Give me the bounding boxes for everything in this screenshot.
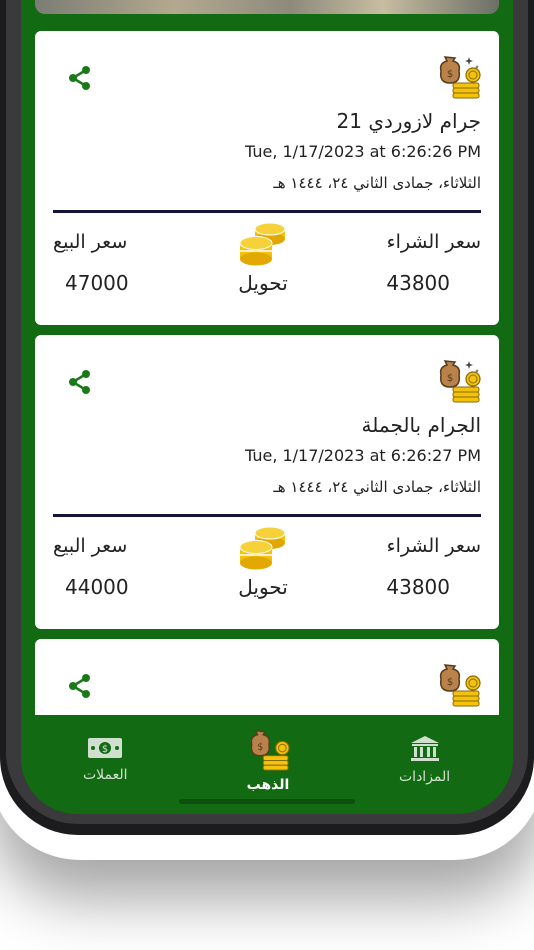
header-banner-image xyxy=(35,0,499,14)
nav-label-auctions: المزادات xyxy=(399,769,451,785)
nav-tab-auctions[interactable]: المزادات xyxy=(399,735,450,785)
price-card: $ xyxy=(35,639,499,715)
coin-stack-icon xyxy=(239,222,286,266)
convert-label: تحويل xyxy=(238,575,288,599)
price-card: $ الجرام بالجملة Tue, 1/17/2023 at 6:26:… xyxy=(35,335,499,629)
share-icon[interactable] xyxy=(65,63,95,93)
home-indicator xyxy=(179,799,355,804)
nav-tab-currencies[interactable]: $ العملات xyxy=(83,735,128,783)
gold-bag-icon: $ xyxy=(435,53,481,99)
card-date: Tue, 1/17/2023 at 6:26:26 PM xyxy=(244,142,481,161)
banknote-icon: $ xyxy=(88,738,123,758)
price-card: $ جرام لازوردي 21 Tue, 1/17/2023 at 6:26… xyxy=(35,31,499,325)
app-screen: $ جرام لازوردي 21 Tue, 1/17/2023 at 6:26… xyxy=(21,0,513,814)
convert-label: تحويل xyxy=(238,271,288,295)
card-title: جرام لازوردي 21 xyxy=(336,109,481,133)
sell-price-value: 47000 xyxy=(65,271,129,295)
card-hijri-date: الثلاثاء، جمادى الثاني ٢٤، ١٤٤٤ هـ xyxy=(273,174,481,192)
bank-icon xyxy=(410,736,439,761)
share-icon[interactable] xyxy=(65,671,95,701)
svg-text:$: $ xyxy=(447,69,453,80)
svg-text:$: $ xyxy=(257,742,263,753)
card-title: الجرام بالجملة xyxy=(361,413,481,437)
card-divider xyxy=(53,210,481,213)
gold-bag-icon: $ xyxy=(250,729,290,771)
phone-frame: $ جرام لازوردي 21 Tue, 1/17/2023 at 6:26… xyxy=(0,0,534,835)
svg-text:$: $ xyxy=(447,677,453,688)
buy-price-label: سعر الشراء xyxy=(386,231,481,253)
card-hijri-date: الثلاثاء، جمادى الثاني ٢٤، ١٤٤٤ هـ xyxy=(273,478,481,496)
price-list[interactable]: $ جرام لازوردي 21 Tue, 1/17/2023 at 6:26… xyxy=(21,0,513,715)
buy-price-label: سعر الشراء xyxy=(386,535,481,557)
buy-price-value: 43800 xyxy=(386,575,450,599)
nav-tab-gold[interactable]: $ الذهب xyxy=(246,727,290,793)
coin-stack-icon xyxy=(239,526,286,570)
sell-price-label: سعر البيع xyxy=(53,535,128,557)
svg-text:$: $ xyxy=(447,373,453,384)
convert-button[interactable]: تحويل xyxy=(230,525,296,605)
gold-bag-icon: $ xyxy=(435,661,481,707)
card-date: Tue, 1/17/2023 at 6:26:27 PM xyxy=(244,446,481,465)
share-icon[interactable] xyxy=(65,367,95,397)
sell-price-value: 44000 xyxy=(65,575,129,599)
nav-label-currencies: العملات xyxy=(83,767,128,783)
buy-price-value: 43800 xyxy=(386,271,450,295)
sell-price-label: سعر البيع xyxy=(53,231,128,253)
gold-bag-icon: $ xyxy=(435,357,481,403)
card-divider xyxy=(53,514,481,517)
convert-button[interactable]: تحويل xyxy=(230,221,296,301)
bottom-nav: $ العملات $ الذهب المزادات xyxy=(21,715,513,814)
nav-label-gold: الذهب xyxy=(246,777,290,793)
svg-text:$: $ xyxy=(102,744,108,755)
